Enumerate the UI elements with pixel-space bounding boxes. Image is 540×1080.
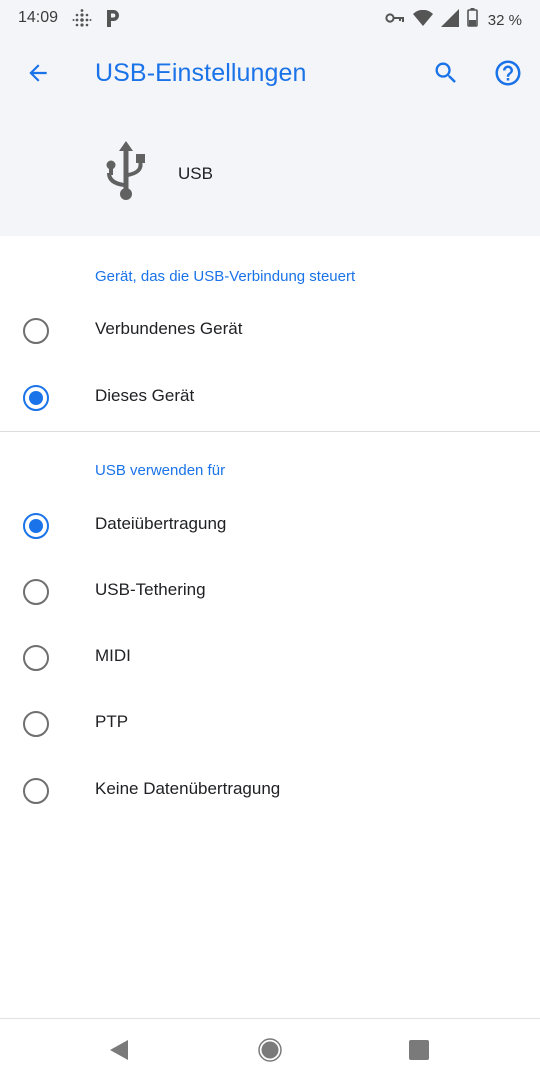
option-label: Keine Datenübertragung: [95, 779, 281, 798]
section-title-use-usb-for: USB verwenden für: [95, 462, 226, 479]
option-label: Dieses Gerät: [95, 386, 195, 405]
fitbit-icon: [72, 8, 92, 33]
search-icon: [432, 59, 460, 92]
radio-unchecked-icon[interactable]: [23, 711, 49, 737]
option-usb-tethering[interactable]: USB-Tethering: [0, 559, 540, 625]
radio-unchecked-icon[interactable]: [23, 318, 49, 344]
option-connected-device[interactable]: Verbundenes Gerät: [0, 298, 540, 364]
arrow-back-icon: [25, 60, 51, 91]
status-system-icons: 32 %: [385, 8, 522, 32]
section-title-controlling-device: Gerät, das die USB-Verbindung steuert: [95, 268, 356, 285]
back-button[interactable]: [18, 57, 58, 93]
option-this-device[interactable]: Dieses Gerät: [0, 365, 540, 431]
help-button[interactable]: [488, 57, 528, 93]
option-label: Verbundenes Gerät: [95, 319, 243, 338]
search-button[interactable]: [426, 57, 466, 93]
usb-icon: [104, 141, 148, 206]
radio-unchecked-icon[interactable]: [23, 645, 49, 671]
nav-back-icon: [110, 1040, 128, 1060]
wifi-icon: [412, 9, 433, 31]
option-midi[interactable]: MIDI: [0, 625, 540, 691]
option-label: MIDI: [95, 646, 131, 665]
nav-home-button[interactable]: [258, 1038, 282, 1067]
battery-percent: 32 %: [487, 11, 522, 29]
status-bar: 14:09 32 %: [0, 0, 540, 37]
option-no-data-transfer[interactable]: Keine Datenübertragung: [0, 758, 540, 824]
option-file-transfer[interactable]: Dateiübertragung: [0, 493, 540, 559]
vpn-key-icon: [385, 11, 405, 30]
nav-back-button[interactable]: [108, 1039, 130, 1066]
cell-signal-icon: [440, 8, 459, 32]
parking-icon: [104, 8, 122, 33]
section-divider: [0, 431, 540, 432]
status-time: 14:09: [18, 9, 59, 26]
radio-checked-icon[interactable]: [23, 513, 49, 539]
battery-icon: [466, 8, 478, 32]
status-notification-icons: [72, 8, 122, 33]
option-label: Dateiübertragung: [95, 514, 227, 533]
radio-unchecked-icon[interactable]: [23, 778, 49, 804]
radio-checked-icon[interactable]: [23, 385, 49, 411]
radio-unchecked-icon[interactable]: [23, 579, 49, 605]
usb-label: USB: [178, 164, 213, 183]
page-title: USB-Einstellungen: [95, 59, 307, 87]
option-label: USB-Tethering: [95, 580, 206, 599]
navigation-bar: [0, 1018, 540, 1080]
nav-recents-button[interactable]: [409, 1040, 429, 1060]
option-label: PTP: [95, 712, 129, 731]
option-ptp[interactable]: PTP: [0, 691, 540, 757]
app-header: USB-Einstellungen USB: [0, 37, 540, 236]
help-icon: [493, 58, 523, 93]
nav-home-icon: [258, 1038, 282, 1062]
